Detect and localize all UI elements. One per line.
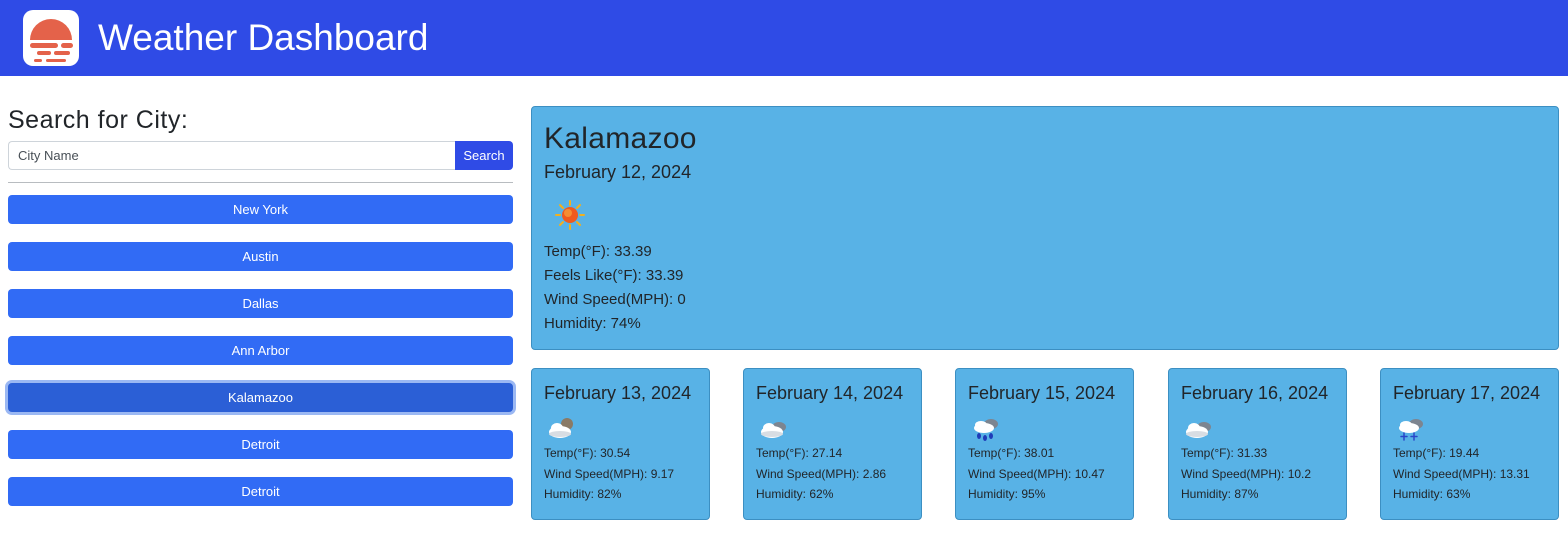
current-feels-like: Feels Like(°F): 33.39 xyxy=(544,267,684,284)
forecast-stats: Temp(°F): 31.33 Wind Speed(MPH): 10.2 Hu… xyxy=(1181,443,1311,505)
current-wind: Wind Speed(MPH): 0 xyxy=(544,291,686,308)
history-city-button[interactable]: Austin xyxy=(8,242,513,271)
snow-cloud-icon xyxy=(1395,413,1427,443)
forecast-card: February 13, 2024 Temp(°F): 30.54 Wind S… xyxy=(531,368,710,520)
history-city-button[interactable]: Ann Arbor xyxy=(8,336,513,365)
search-button[interactable]: Search xyxy=(455,141,513,170)
forecast-date: February 13, 2024 xyxy=(544,383,692,403)
current-weather-card: Kalamazoo February 12, 2024 Temp(°F): 33… xyxy=(531,106,1559,350)
forecast-temp: Temp(°F): 30.54 xyxy=(544,446,631,460)
search-history-list: New York Austin Dallas Ann Arbor Kalamaz… xyxy=(8,195,513,524)
cloud-icon xyxy=(1183,413,1215,443)
current-city-name: Kalamazoo xyxy=(544,122,697,155)
forecast-card: February 16, 2024 Temp(°F): 31.33 Wind S… xyxy=(1168,368,1347,520)
forecast-wind: Wind Speed(MPH): 10.2 xyxy=(1181,466,1312,481)
forecast-wind: Wind Speed(MPH): 9.17 xyxy=(544,466,675,481)
search-heading: Search for City: xyxy=(8,106,189,134)
navbar: Weather Dashboard xyxy=(0,0,1568,76)
forecast-stats: Temp(°F): 30.54 Wind Speed(MPH): 9.17 Hu… xyxy=(544,443,674,505)
current-stats: Temp(°F): 33.39 Feels Like(°F): 33.39 Wi… xyxy=(544,240,686,336)
forecast-stats: Temp(°F): 27.14 Wind Speed(MPH): 2.86 Hu… xyxy=(756,443,886,505)
divider xyxy=(8,182,513,183)
current-date: February 12, 2024 xyxy=(544,162,692,182)
cloud-icon xyxy=(758,413,790,443)
forecast-card: February 15, 2024 Temp(°F): 38.01 Wind S… xyxy=(955,368,1134,520)
forecast-card: February 14, 2024 Temp(°F): 27.14 Wind S… xyxy=(743,368,922,520)
sun-behind-cloud-icon xyxy=(546,413,578,443)
forecast-temp: Temp(°F): 31.33 xyxy=(1181,446,1268,460)
forecast-card: February 17, 2024 Temp(°F): 19.44 Wind S… xyxy=(1380,368,1559,520)
forecast-humidity: Humidity: 95% xyxy=(968,487,1046,501)
sun-icon xyxy=(552,197,588,233)
current-temp: Temp(°F): 33.39 xyxy=(544,243,652,260)
forecast-wind: Wind Speed(MPH): 13.31 xyxy=(1393,466,1530,481)
forecast-stats: Temp(°F): 19.44 Wind Speed(MPH): 13.31 H… xyxy=(1393,443,1530,505)
forecast-date: February 16, 2024 xyxy=(1181,383,1329,403)
history-city-button-active[interactable]: Kalamazoo xyxy=(8,383,513,412)
history-city-button[interactable]: New York xyxy=(8,195,513,224)
forecast-stats: Temp(°F): 38.01 Wind Speed(MPH): 10.47 H… xyxy=(968,443,1105,505)
app-title: Weather Dashboard xyxy=(98,17,429,58)
history-city-button[interactable]: Detroit xyxy=(8,430,513,459)
history-city-button[interactable]: Detroit xyxy=(8,477,513,506)
forecast-temp: Temp(°F): 38.01 xyxy=(968,446,1055,460)
forecast-wind: Wind Speed(MPH): 10.47 xyxy=(968,466,1105,481)
rain-cloud-icon xyxy=(970,413,1002,443)
history-city-button[interactable]: Dallas xyxy=(8,289,513,318)
forecast-humidity: Humidity: 63% xyxy=(1393,487,1471,501)
forecast-wind: Wind Speed(MPH): 2.86 xyxy=(756,466,887,481)
search-form: Search xyxy=(8,141,513,170)
current-humidity: Humidity: 74% xyxy=(544,315,641,332)
forecast-date: February 15, 2024 xyxy=(968,383,1116,403)
sunset-logo-icon xyxy=(23,10,79,66)
forecast-temp: Temp(°F): 19.44 xyxy=(1393,446,1480,460)
forecast-temp: Temp(°F): 27.14 xyxy=(756,446,843,460)
forecast-date: February 14, 2024 xyxy=(756,383,904,403)
forecast-humidity: Humidity: 87% xyxy=(1181,487,1259,501)
forecast-humidity: Humidity: 82% xyxy=(544,487,622,501)
forecast-humidity: Humidity: 62% xyxy=(756,487,834,501)
forecast-date: February 17, 2024 xyxy=(1393,383,1541,403)
city-search-input[interactable] xyxy=(8,141,455,170)
